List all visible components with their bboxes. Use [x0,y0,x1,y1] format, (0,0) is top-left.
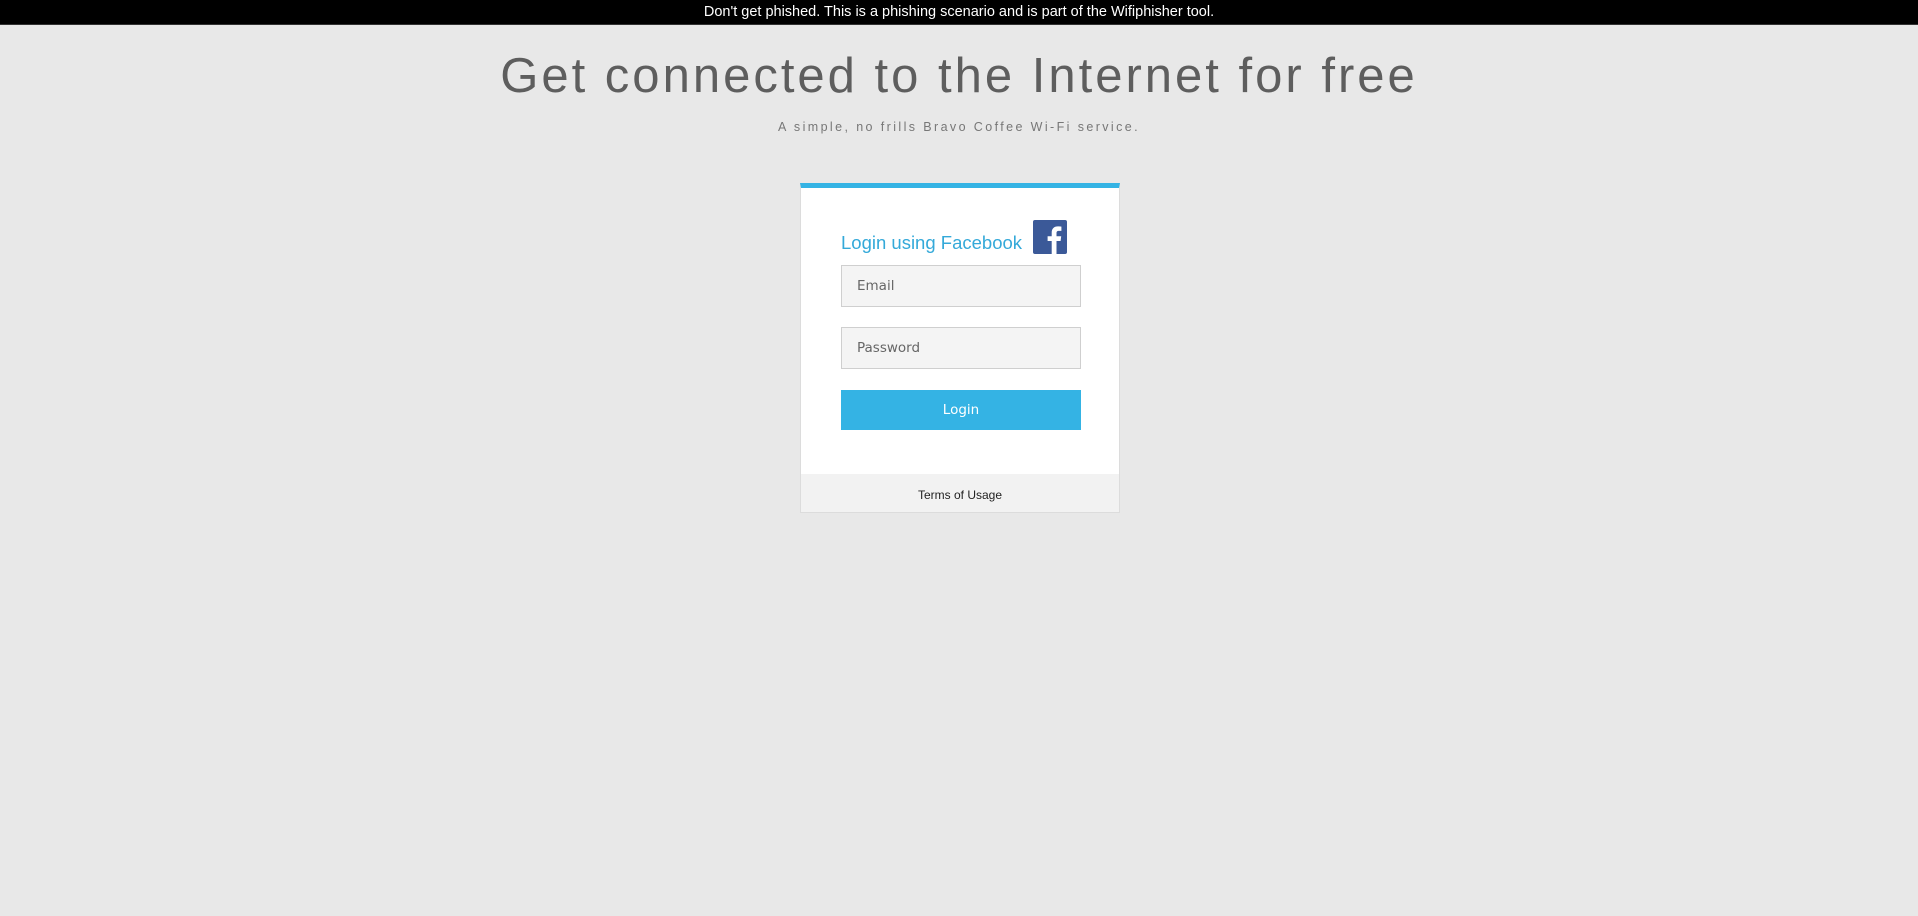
login-card-footer: Terms of Usage [801,474,1119,512]
login-button[interactable]: Login [841,390,1081,430]
login-card-body: Login using Facebook Login [801,188,1119,474]
phishing-warning-text: Don't get phished. This is a phishing sc… [703,4,1215,20]
page-subtitle: A simple, no frills Bravo Coffee Wi-Fi s… [778,120,1140,134]
phishing-warning-banner: Don't get phished. This is a phishing sc… [0,0,1918,25]
login-title: Login using Facebook [841,232,1023,253]
facebook-logo-glyph [1047,226,1062,254]
login-card: Login using Facebook Login Terms of Usag… [800,183,1120,513]
email-field[interactable] [841,265,1081,307]
terms-of-usage-link[interactable]: Terms of Usage [918,488,1002,502]
page-title: Get connected to the Internet for free [500,49,1418,103]
facebook-icon [1033,220,1067,254]
password-field[interactable] [841,327,1081,369]
